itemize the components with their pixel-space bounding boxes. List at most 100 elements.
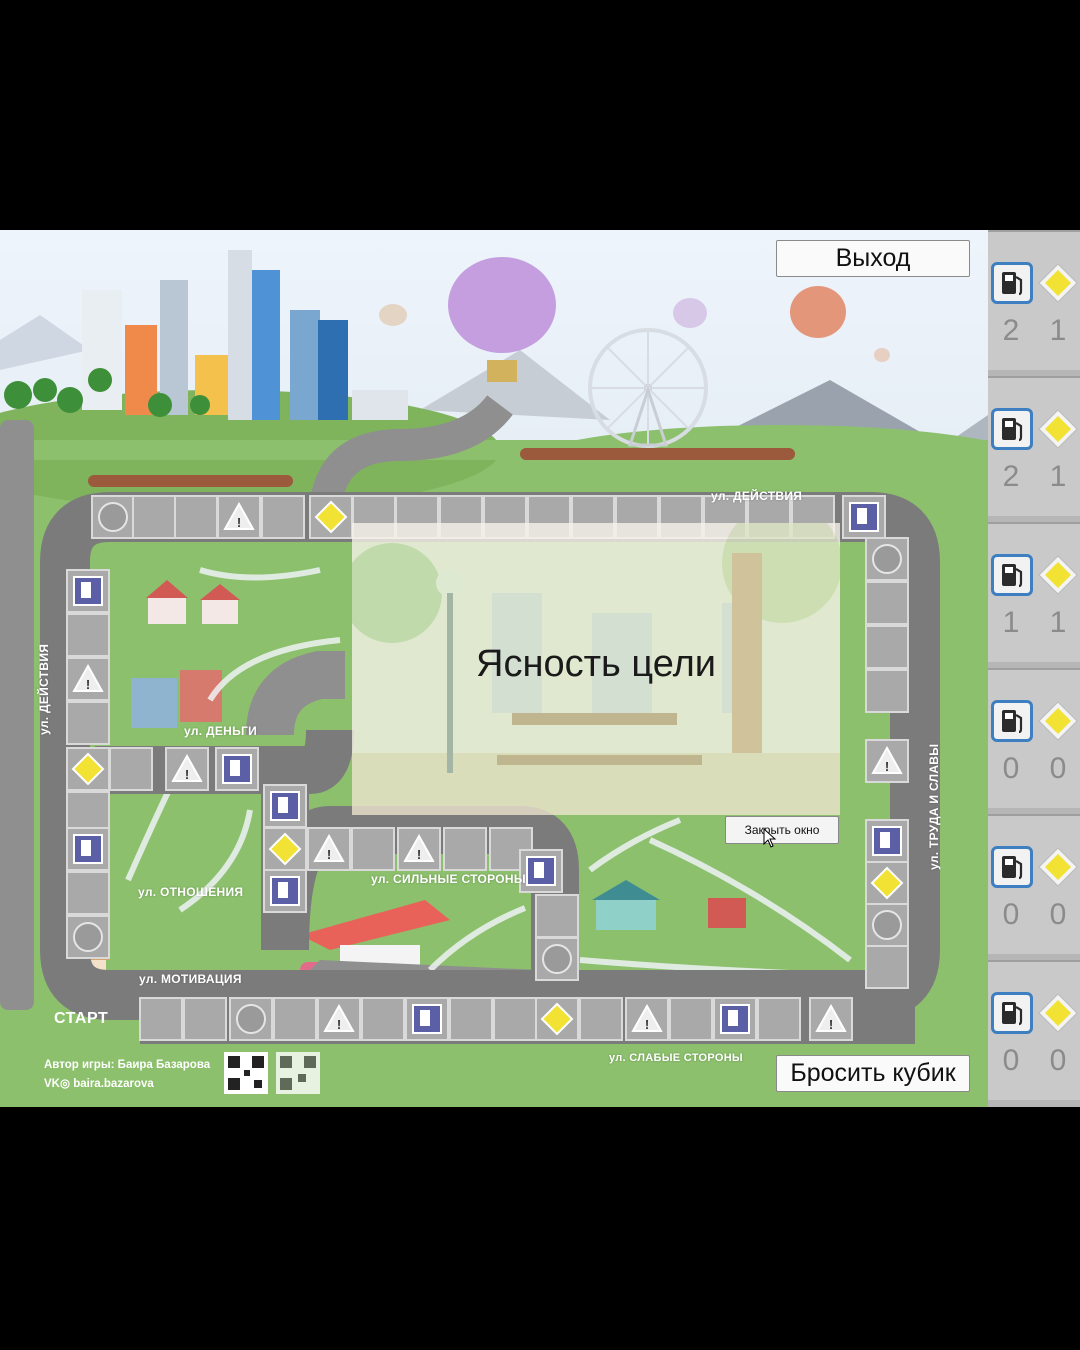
warning-sign-cell-icon: ! <box>317 997 361 1041</box>
roll-dice-button[interactable]: Бросить кубик <box>776 1055 970 1092</box>
board-cell <box>66 701 110 745</box>
fuel-icon <box>991 408 1033 450</box>
qr-code-icon-2 <box>276 1052 320 1094</box>
qr-code-icon <box>224 1052 268 1094</box>
board-cell <box>132 495 176 539</box>
warning-sign-cell-icon: ! <box>865 739 909 783</box>
warning-sign-cell-icon: ! <box>397 827 441 871</box>
warning-sign-cell-icon: ! <box>625 997 669 1041</box>
pothole-cell-icon <box>535 937 579 981</box>
fuel-icon <box>991 554 1033 596</box>
warning-sign-cell-icon: ! <box>809 997 853 1041</box>
fuel-icon <box>991 262 1033 304</box>
board-cell <box>449 997 493 1041</box>
sign-count: 0 <box>1049 898 1067 931</box>
board-cell <box>66 613 110 657</box>
game-board: !!!!!!!!! ул. ДЕЙСТВИЯ ул. ДЕЙСТВИЯ ул. … <box>0 230 1080 1107</box>
player-card: 00 <box>988 668 1080 808</box>
pothole-cell-icon <box>66 915 110 959</box>
street-label-labor: ул. ТРУДА И СЛАВЫ <box>927 743 941 870</box>
close-window-button[interactable]: Закрыть окно <box>725 816 839 844</box>
mouse-cursor-icon <box>763 828 777 848</box>
author-credits: Автор игры: Баира Базарова VK◎ baira.baz… <box>44 1056 210 1094</box>
street-label-weaknesses: ул. СЛАБЫЕ СТОРОНЫ <box>609 1052 744 1064</box>
board-cell <box>865 945 909 989</box>
pothole-cell-icon <box>91 495 135 539</box>
priority-sign-cell-icon <box>865 861 909 905</box>
fuel-cell-icon <box>66 827 110 871</box>
fuel-cell-icon <box>263 784 307 828</box>
svg-text:!: ! <box>829 1017 833 1032</box>
sign-count: 1 <box>1049 460 1067 493</box>
players-panel: 212111000000 <box>988 230 1080 1107</box>
fuel-icon <box>991 846 1033 888</box>
priority-sign-cell-icon <box>263 827 307 871</box>
player-card: 11 <box>988 522 1080 662</box>
modal-title: Ясность цели <box>476 643 716 685</box>
board-cell <box>109 747 153 791</box>
priority-road-sign-icon <box>1038 993 1078 1033</box>
start-label: СТАРТ <box>54 1010 109 1027</box>
board-cell <box>579 997 623 1041</box>
board-cell <box>261 495 305 539</box>
board-cell <box>351 827 395 871</box>
priority-road-sign-icon <box>1038 263 1078 303</box>
svg-text:!: ! <box>185 767 189 782</box>
author-name: Автор игры: Баира Базарова <box>44 1059 211 1071</box>
player-card: 00 <box>988 960 1080 1100</box>
fuel-cell-icon <box>66 569 110 613</box>
fuel-cell-icon <box>215 747 259 791</box>
fuel-cell-icon <box>842 495 886 539</box>
board-cell <box>361 997 405 1041</box>
fuel-count: 1 <box>1002 606 1020 639</box>
author-handle: baira.bazarova <box>73 1078 154 1090</box>
street-label-money: ул. ДЕНЬГИ <box>184 724 258 738</box>
street-label-action-top: ул. ДЕЙСТВИЯ <box>711 489 803 503</box>
exit-button[interactable]: Выход <box>776 240 970 277</box>
svg-text:!: ! <box>327 847 331 862</box>
priority-road-sign-icon <box>1038 409 1078 449</box>
fuel-cell-icon <box>405 997 449 1041</box>
fuel-count: 2 <box>1002 314 1020 347</box>
sign-count: 1 <box>1049 606 1067 639</box>
vk-icon: VK◎ <box>44 1078 74 1090</box>
fuel-icon <box>991 992 1033 1034</box>
fuel-count: 0 <box>1002 1044 1020 1077</box>
svg-text:!: ! <box>237 515 241 530</box>
svg-text:!: ! <box>645 1017 649 1032</box>
priority-sign-cell-icon <box>535 997 579 1041</box>
street-label-relations: ул. ОТНОШЕНИЯ <box>138 885 244 899</box>
pothole-cell-icon <box>229 997 273 1041</box>
board-cell <box>174 495 218 539</box>
fuel-cell-icon <box>263 869 307 913</box>
warning-sign-cell-icon: ! <box>66 657 110 701</box>
fuel-count: 2 <box>1002 460 1020 493</box>
street-label-motivation: ул. МОТИВАЦИЯ <box>139 972 242 986</box>
warning-sign-cell-icon: ! <box>217 495 261 539</box>
priority-sign-cell-icon <box>309 495 353 539</box>
priority-road-sign-icon <box>1038 555 1078 595</box>
board-cell <box>139 997 183 1041</box>
board-cell <box>535 894 579 938</box>
board-cell <box>865 625 909 669</box>
board-cell <box>183 997 227 1041</box>
priority-road-sign-icon <box>1038 701 1078 741</box>
svg-text:!: ! <box>337 1017 341 1032</box>
board-cell <box>493 997 537 1041</box>
fuel-count: 0 <box>1002 898 1020 931</box>
board-cell <box>865 669 909 713</box>
sign-count: 0 <box>1049 752 1067 785</box>
fuel-count: 0 <box>1002 752 1020 785</box>
card-modal: Ясность цели <box>352 523 840 815</box>
svg-text:!: ! <box>417 847 421 862</box>
sign-count: 1 <box>1049 314 1067 347</box>
fuel-cell-icon <box>713 997 757 1041</box>
author-social: VK◎ baira.bazarova <box>44 1075 210 1094</box>
board-cell <box>443 827 487 871</box>
board-cell <box>669 997 713 1041</box>
warning-sign-cell-icon: ! <box>307 827 351 871</box>
sign-count: 0 <box>1049 1044 1067 1077</box>
street-label-action-left: ул. ДЕЙСТВИЯ <box>37 643 51 735</box>
board-cell <box>66 871 110 915</box>
street-label-strengths: ул. СИЛЬНЫЕ СТОРОНЫ <box>371 872 526 886</box>
